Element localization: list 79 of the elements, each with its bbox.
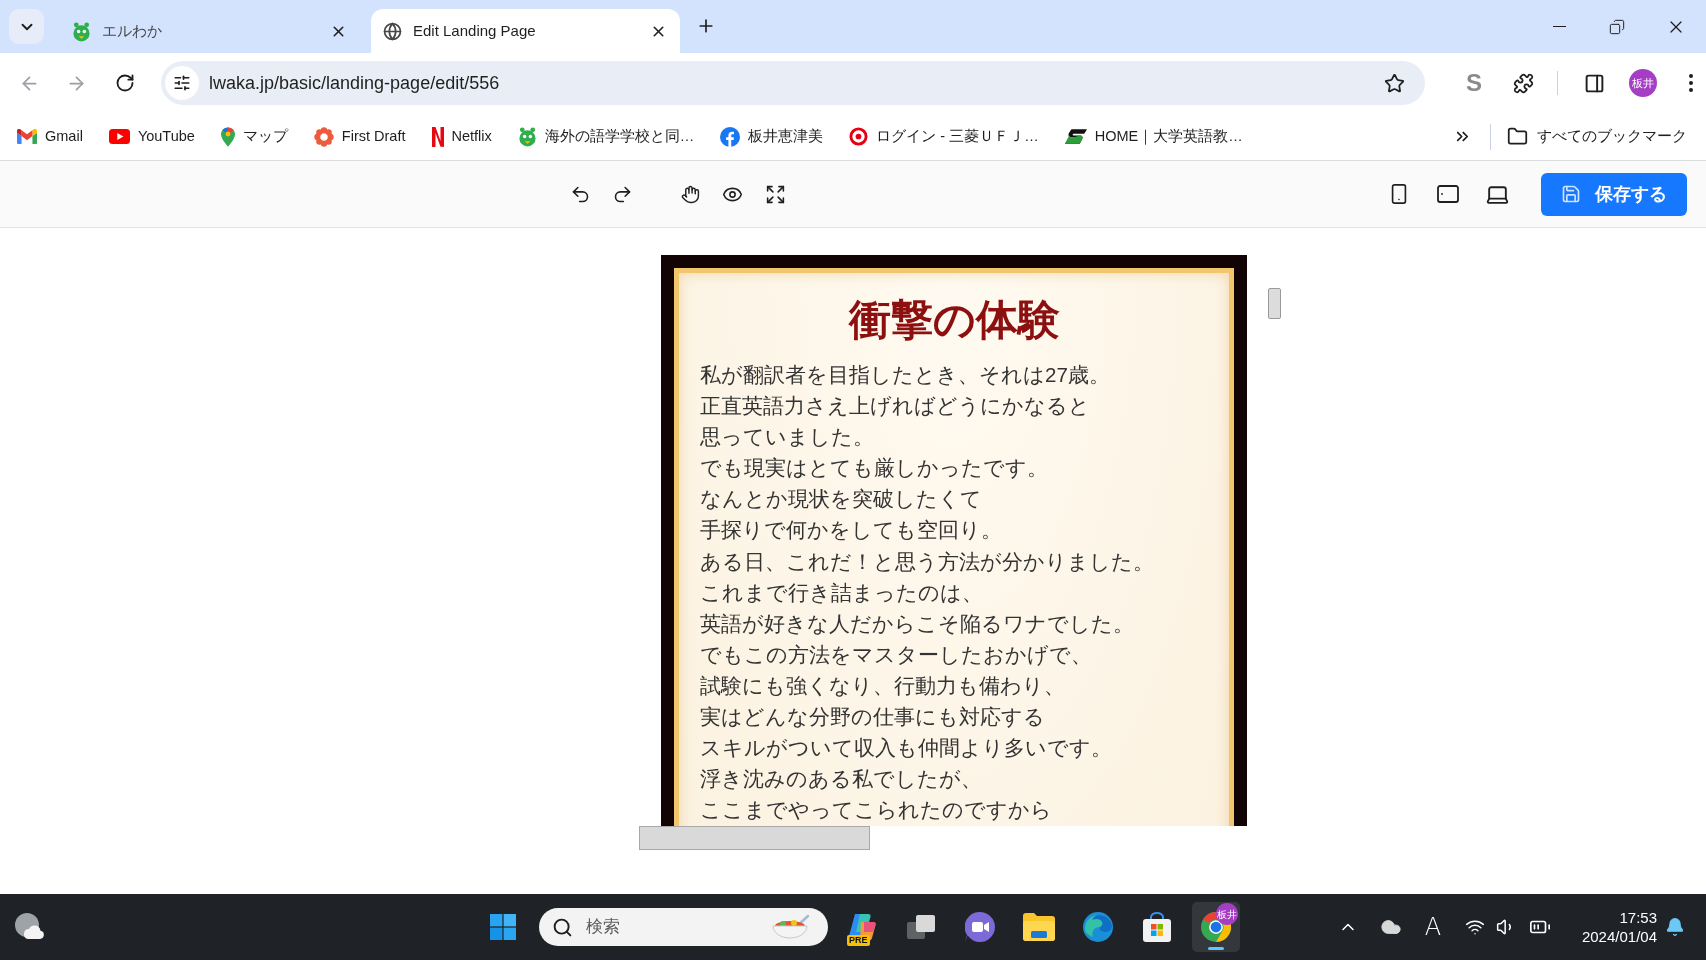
- minimize-icon: [1552, 25, 1566, 28]
- search-field[interactable]: 検索: [539, 908, 828, 946]
- text-line: 試験にも強くなり、行動力も備わり、: [700, 672, 1065, 699]
- globe-icon: [383, 21, 402, 41]
- bell-icon: [1665, 917, 1685, 937]
- horizontal-scroll-handle[interactable]: [639, 826, 870, 850]
- text-line: でも現実はとても厳しかったです。: [700, 455, 1048, 482]
- tab-search-button[interactable]: [9, 9, 44, 44]
- text-line: 浮き沈みのある私でしたが、: [700, 766, 982, 793]
- bookmark[interactable]: HOME｜大学英語教…: [1058, 120, 1249, 153]
- text-line: 正直英語力さえ上げればどうにかなると: [700, 393, 1090, 420]
- clock-date[interactable]: 2024/01/04: [1581, 927, 1657, 946]
- bookmark[interactable]: Gmail: [11, 120, 89, 153]
- browser-tab[interactable]: エルわか: [60, 9, 360, 53]
- flower-icon: [313, 126, 334, 147]
- preview-badge: PRE: [847, 935, 870, 946]
- shopping-bag-icon: [1142, 912, 1172, 942]
- search-icon: [552, 916, 573, 938]
- active-indicator-icon: [1208, 947, 1224, 950]
- site-info-button[interactable]: [165, 66, 199, 100]
- target-icon: [849, 127, 869, 146]
- map-pin-icon: [220, 126, 235, 147]
- profile-badge: 板井: [1216, 903, 1238, 925]
- tune-icon: [173, 74, 191, 92]
- side-panel-icon: [1583, 72, 1605, 94]
- taskbar-app[interactable]: PRE: [838, 902, 886, 952]
- taskbar-app[interactable]: 板井: [1192, 902, 1240, 952]
- text-line: スキルがついて収入も仲間より多いです。: [700, 735, 1112, 762]
- weather-button[interactable]: [14, 912, 44, 942]
- f-logo-icon: [720, 126, 741, 147]
- expand-icon: [764, 183, 786, 205]
- section-title: 衝撃の体験: [847, 295, 1061, 345]
- play-icon: [108, 129, 130, 144]
- text-line: 手探りで何かをしても空回り。: [700, 517, 1002, 544]
- browser-tab[interactable]: Edit Landing Page: [371, 9, 680, 53]
- input-mode-indicator[interactable]: A: [1418, 912, 1448, 942]
- star-icon: [1383, 72, 1405, 94]
- n-logo-icon: [431, 126, 444, 147]
- folder-icon: [1507, 126, 1528, 147]
- restore-icon: [1609, 18, 1625, 35]
- overlapping-windows-icon: [907, 915, 935, 939]
- bookmark[interactable]: Netflix: [425, 120, 498, 153]
- more-icon: [1689, 74, 1693, 92]
- bookmark[interactable]: YouTube: [102, 120, 201, 153]
- mascot-icon: [517, 126, 537, 147]
- envelope-icon: [17, 129, 37, 144]
- tablet-icon: [1436, 182, 1460, 206]
- video-camera-icon: [965, 912, 995, 942]
- vertical-scroll-handle[interactable]: [1268, 288, 1281, 319]
- text-line: ここまでやってこられたのですから: [700, 797, 1052, 824]
- text-line: 私が翻訳者を目指したとき、それは27歳。: [700, 362, 1110, 388]
- text-line: ある日、これだ！と思う方法が分かりました。: [700, 548, 1154, 575]
- hand-icon: [680, 184, 700, 204]
- address-bar[interactable]: lwaka.jp/basic/landing-page/edit/556: [161, 61, 1425, 105]
- bookmark[interactable]: ログイン - 三菱ＵＦＪ…: [843, 120, 1045, 153]
- s-logo-icon: [1064, 129, 1087, 144]
- text-line: 英語が好きな人だからこそ陥るワナでした。: [700, 610, 1134, 637]
- moon-cloud-icon: [14, 912, 44, 942]
- all-bookmarks-button[interactable]: すべてのブックマーク: [1501, 120, 1693, 153]
- bookmark[interactable]: マップ: [214, 120, 294, 153]
- text-line: なんとか現状を突破したくて: [700, 486, 982, 513]
- folder-icon: [1023, 913, 1055, 941]
- url-text: lwaka.jp/basic/landing-page/edit/556: [209, 71, 500, 95]
- bookmark[interactable]: First Draft: [307, 120, 412, 153]
- start-icon: [490, 914, 516, 940]
- wifi-icon: [1465, 917, 1485, 937]
- clock-time[interactable]: 17:53: [1619, 908, 1657, 927]
- bookmark[interactable]: 板井恵津美: [714, 120, 830, 153]
- text-line: でもこの方法をマスターしたおかげで、: [700, 641, 1092, 668]
- text-line: 思っていました。: [700, 424, 874, 451]
- text-line: 実はどんな分野の仕事にも対応する: [700, 704, 1045, 731]
- profile-avatar[interactable]: 板井: [1629, 69, 1657, 97]
- reload-icon: [115, 73, 135, 93]
- puzzle-icon: [1512, 72, 1534, 94]
- text-line: これまで行き詰まったのは、: [700, 579, 983, 606]
- wave-logo-icon: [1083, 912, 1113, 942]
- bookmark[interactable]: 海外の語学学校と同…: [511, 120, 701, 153]
- save-button[interactable]: 保存する: [1541, 172, 1687, 216]
- mascot-icon: [72, 20, 91, 42]
